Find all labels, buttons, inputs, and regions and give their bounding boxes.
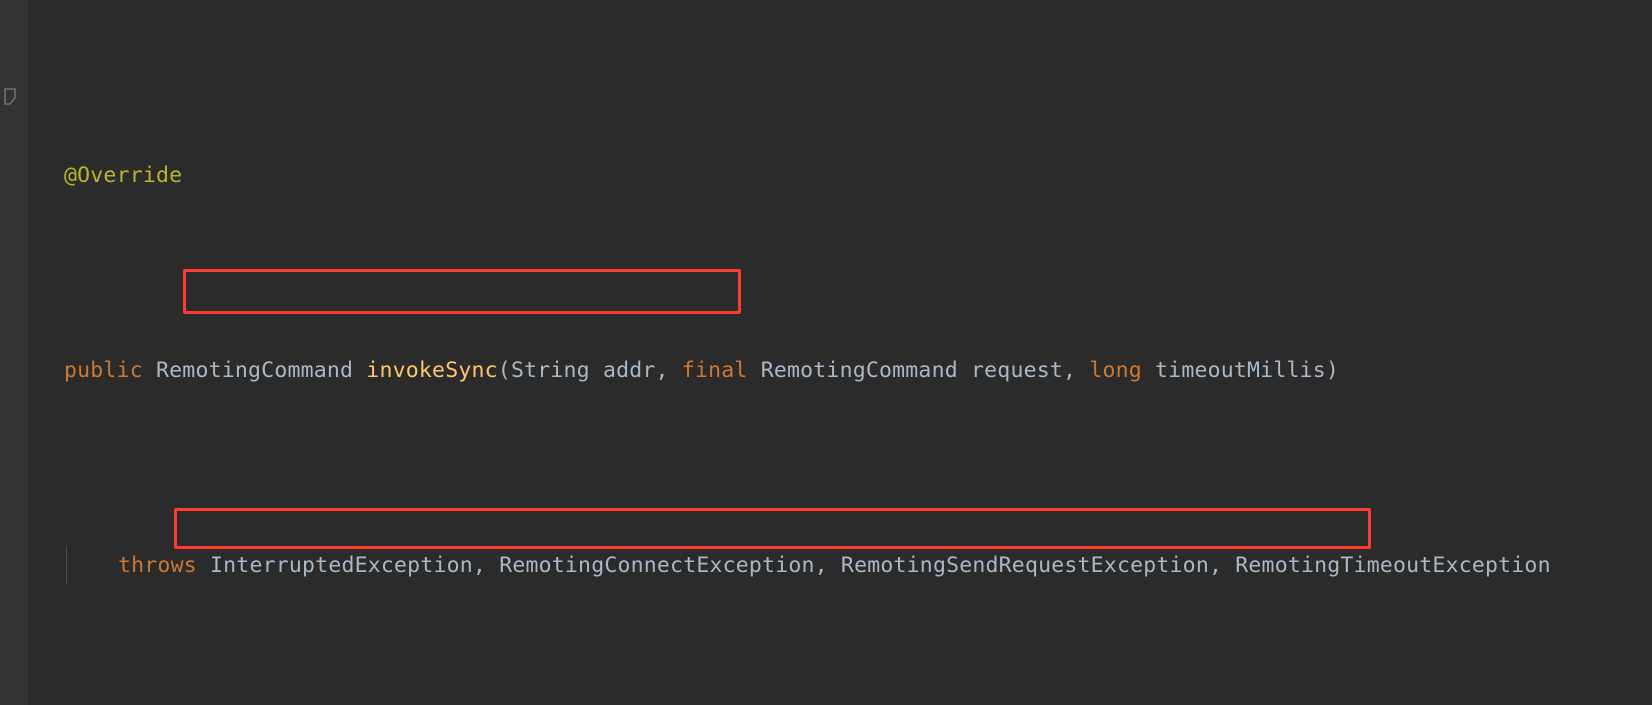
keyword-final: final [681,358,748,383]
code-line[interactable]: public RemotingCommand invokeSync(String… [0,351,1652,390]
param-type-string: String [510,358,590,383]
code-line[interactable]: throws InterruptedException, RemotingCon… [0,546,1652,585]
keyword-throws: throws [118,553,197,578]
param-request: RemotingCommand request, [747,358,1090,383]
param-addr: addr, [589,358,682,383]
throws-exception-list: InterruptedException, RemotingConnectExc… [196,553,1551,578]
override-annotation: @Override [64,163,183,188]
keyword-public: public [64,358,143,383]
keyword-long: long [1089,358,1142,383]
code-line[interactable]: @Override [0,156,1652,195]
code-content[interactable]: @Override public RemotingCommand invokeS… [0,0,1652,705]
method-name-invokeSync[interactable]: invokeSync [366,358,497,383]
return-type: RemotingCommand [142,358,367,383]
code-editor[interactable]: @Override public RemotingCommand invokeS… [0,0,1652,705]
paren-open: ( [497,358,511,383]
param-timeoutMillis: timeoutMillis) [1141,358,1340,383]
